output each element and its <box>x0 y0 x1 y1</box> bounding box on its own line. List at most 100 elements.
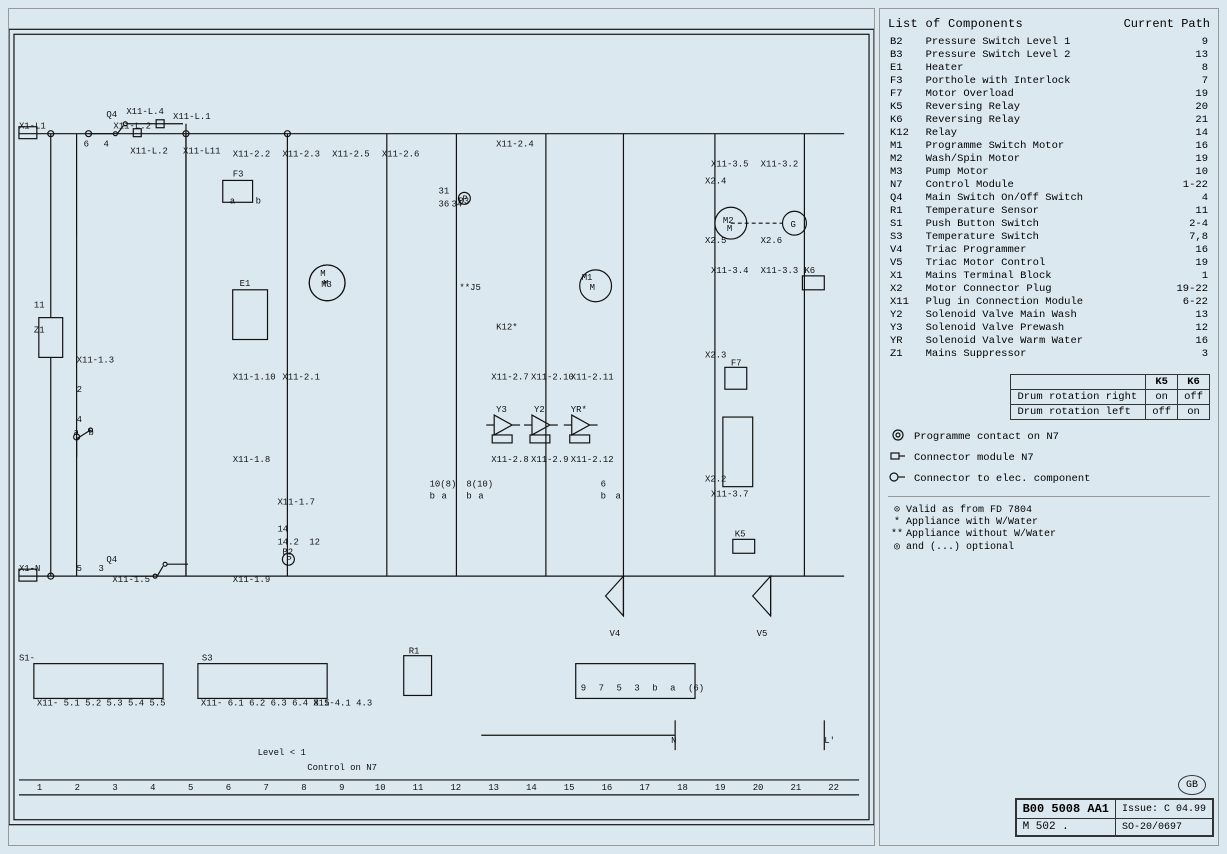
component-desc: Mains Terminal Block <box>924 269 1165 282</box>
svg-text:X11-2.10: X11-2.10 <box>531 372 574 382</box>
note-icon-3: ** <box>888 529 906 540</box>
note-icon-1: ⊙ <box>888 504 906 516</box>
component-path: 13 <box>1165 48 1210 61</box>
component-path: 7 <box>1165 74 1210 87</box>
svg-text:X11-3.3: X11-3.3 <box>761 266 799 276</box>
svg-text:X2.2: X2.2 <box>705 475 726 485</box>
svg-text:Control on N7: Control on N7 <box>307 763 377 773</box>
component-id: Y2 <box>888 308 924 321</box>
component-desc: Motor Overload <box>924 87 1165 100</box>
component-path: 9 <box>1165 35 1210 48</box>
component-row: B2 Pressure Switch Level 1 9 <box>888 35 1210 48</box>
component-id: X1 <box>888 269 924 282</box>
svg-text:X11-L.2: X11-L.2 <box>130 147 168 157</box>
component-row: X11 Plug in Connection Module 6-22 <box>888 295 1210 308</box>
component-row: V4 Triac Programmer 16 <box>888 243 1210 256</box>
component-desc: Reversing Relay <box>924 100 1165 113</box>
svg-text:5: 5 <box>616 683 621 693</box>
component-id: Q4 <box>888 191 924 204</box>
component-row: K12 Relay 14 <box>888 126 1210 139</box>
svg-text:22: 22 <box>828 783 839 793</box>
component-id: K6 <box>888 113 924 126</box>
svg-text:X11-2.7: X11-2.7 <box>491 372 529 382</box>
component-id: M2 <box>888 152 924 165</box>
component-id: M1 <box>888 139 924 152</box>
component-id: Z1 <box>888 347 924 360</box>
svg-text:L': L' <box>824 736 835 746</box>
svg-text:X11-1.3: X11-1.3 <box>77 355 115 365</box>
component-row: Q4 Main Switch On/Off Switch 4 <box>888 191 1210 204</box>
component-desc: Programme Switch Motor <box>924 139 1165 152</box>
svg-text:6: 6 <box>84 140 89 150</box>
svg-text:4: 4 <box>77 415 82 425</box>
svg-text:4: 4 <box>150 783 155 793</box>
main-container: text { font-family: 'Courier New', monos… <box>0 0 1227 854</box>
svg-text:X11-L11: X11-L11 <box>183 147 221 157</box>
component-id: S1 <box>888 217 924 230</box>
component-desc: Pressure Switch Level 2 <box>924 48 1165 61</box>
note-text-2: Appliance with W/Water <box>906 517 1038 528</box>
legend-symbols: Programme contact on N7 Connector module… <box>888 428 1210 488</box>
svg-text:S3: S3 <box>202 654 213 664</box>
svg-text:X11-1.8: X11-1.8 <box>233 455 271 465</box>
svg-text:M: M <box>320 269 325 279</box>
component-id: Y3 <box>888 321 924 334</box>
component-desc: Solenoid Valve Prewash <box>924 321 1165 334</box>
svg-text:S1-: S1- <box>19 654 35 664</box>
svg-text:5: 5 <box>188 783 193 793</box>
svg-text:X2.3: X2.3 <box>705 350 726 360</box>
component-desc: Solenoid Valve Main Wash <box>924 308 1165 321</box>
component-row: F3 Porthole with Interlock 7 <box>888 74 1210 87</box>
component-id: F7 <box>888 87 924 100</box>
connector-module-label: Connector module N7 <box>914 452 1034 464</box>
svg-text:1: 1 <box>37 783 42 793</box>
component-row: M1 Programme Switch Motor 16 <box>888 139 1210 152</box>
svg-text:X11- 5.1 5.2 5.3 5.4 5.5: X11- 5.1 5.2 5.3 5.4 5.5 <box>37 698 166 708</box>
components-title: List of Components <box>888 17 1023 31</box>
svg-text:a: a <box>442 492 448 502</box>
component-desc: Solenoid Valve Warm Water <box>924 334 1165 347</box>
svg-text:P: P <box>462 194 467 204</box>
component-row: B3 Pressure Switch Level 2 13 <box>888 48 1210 61</box>
doc-issue: Issue: C 04.99 <box>1115 800 1212 819</box>
component-row: X1 Mains Terminal Block 1 <box>888 269 1210 282</box>
svg-text:9: 9 <box>581 683 586 693</box>
component-path: 16 <box>1165 243 1210 256</box>
component-id: X11 <box>888 295 924 308</box>
svg-text:11: 11 <box>34 301 45 311</box>
component-desc: Temperature Switch <box>924 230 1165 243</box>
note-text-3: Appliance without W/Water <box>906 529 1056 540</box>
component-path: 13 <box>1165 308 1210 321</box>
wiring-diagram: text { font-family: 'Courier New', monos… <box>9 9 874 845</box>
doc-info: B00 5008 AA1 Issue: C 04.99 M 502 . SO-2… <box>1015 798 1214 837</box>
svg-text:**J5: **J5 <box>459 283 480 293</box>
note-text-1: Valid as from FD 7804 <box>906 505 1032 516</box>
component-desc: Triac Programmer <box>924 243 1165 256</box>
svg-text:34: 34 <box>451 199 462 209</box>
component-desc: Main Switch On/Off Switch <box>924 191 1165 204</box>
component-path: 19 <box>1165 256 1210 269</box>
component-path: 19 <box>1165 152 1210 165</box>
component-id: B3 <box>888 48 924 61</box>
component-row: K6 Reversing Relay 21 <box>888 113 1210 126</box>
component-desc: Push Button Switch <box>924 217 1165 230</box>
svg-text:X11-2.12: X11-2.12 <box>571 455 614 465</box>
component-path: 12 <box>1165 321 1210 334</box>
svg-text:V5: V5 <box>757 629 768 639</box>
component-path: 6-22 <box>1165 295 1210 308</box>
svg-text:X11-2.4: X11-2.4 <box>496 140 534 150</box>
svg-text:E1: E1 <box>240 279 251 289</box>
svg-text:X11-2.11: X11-2.11 <box>571 372 614 382</box>
svg-text:X11-2.5: X11-2.5 <box>332 150 370 160</box>
svg-text:a: a <box>615 492 621 502</box>
svg-text:b: b <box>466 492 471 502</box>
svg-text:14.2: 14.2 <box>277 537 298 547</box>
svg-text:8(10): 8(10) <box>466 480 493 490</box>
component-row: K5 Reversing Relay 20 <box>888 100 1210 113</box>
component-path: 14 <box>1165 126 1210 139</box>
component-id: R1 <box>888 204 924 217</box>
svg-text:X11-L.4: X11-L.4 <box>126 107 164 117</box>
svg-text:Y3: Y3 <box>496 405 507 415</box>
svg-text:X11-3.2: X11-3.2 <box>761 160 799 170</box>
component-row: Y2 Solenoid Valve Main Wash 13 <box>888 308 1210 321</box>
